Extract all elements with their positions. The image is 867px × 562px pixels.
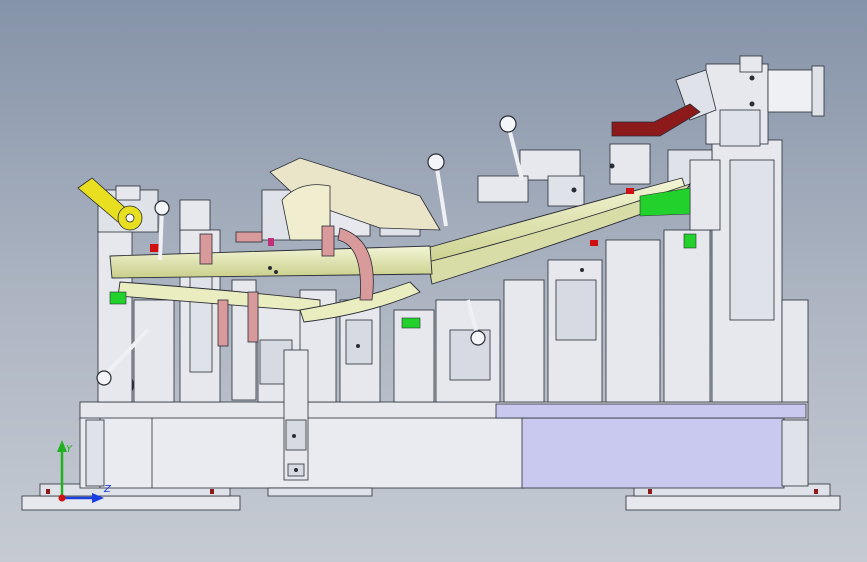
- clamp-arm: [611, 103, 701, 137]
- base-end-right: [781, 419, 809, 487]
- handle-knob-3: [154, 200, 170, 216]
- z-axis-label: Z: [103, 484, 112, 495]
- triad-origin: [58, 494, 66, 502]
- handle-knob-1: [427, 153, 445, 171]
- base-assembly: [21, 401, 841, 511]
- center-post: [283, 349, 309, 481]
- right-tower: [675, 55, 825, 147]
- handle-knob-5: [96, 370, 112, 386]
- cad-viewport[interactable]: Y Z: [0, 0, 867, 562]
- base-body-panel: [521, 417, 785, 489]
- base-foot-right: [625, 495, 841, 511]
- handle-knob-4: [470, 330, 486, 346]
- base-foot-left: [21, 495, 241, 511]
- fixture-drawing: Y Z: [21, 55, 841, 511]
- y-axis-label: Y: [66, 444, 73, 455]
- handle-knob-2: [499, 115, 517, 133]
- base-top-panel: [495, 403, 807, 419]
- base-end-left: [85, 419, 105, 487]
